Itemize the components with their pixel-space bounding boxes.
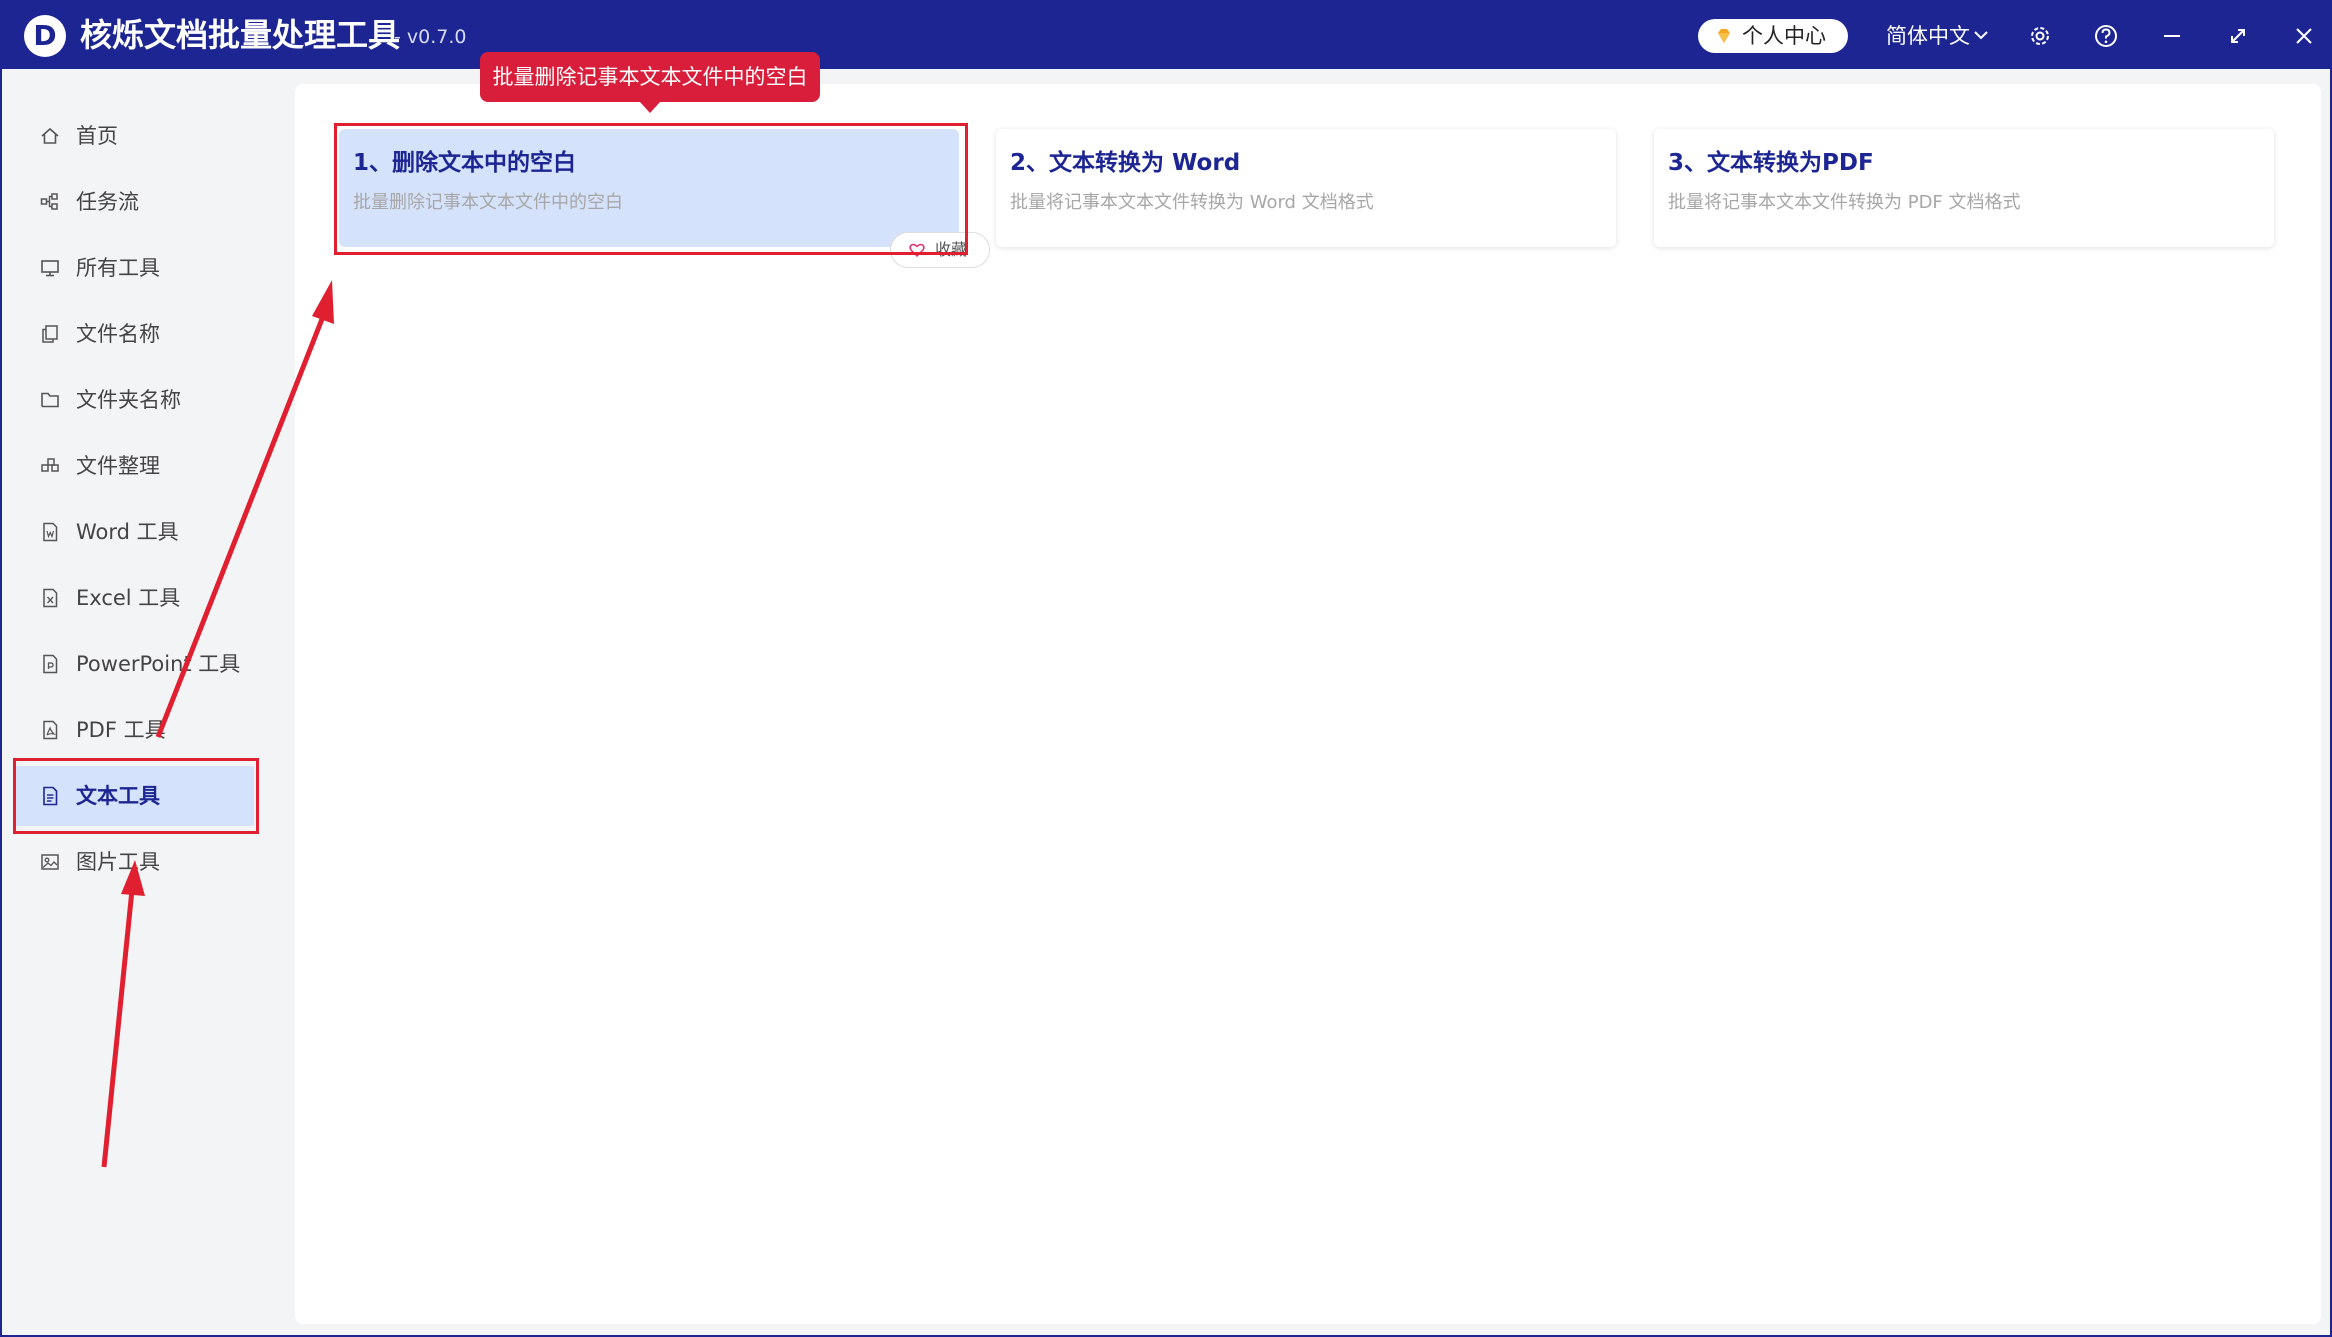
file-copy-icon (42, 325, 58, 343)
sidebar-item-folder-name[interactable]: 文件夹名称 (16, 370, 254, 430)
gear-icon[interactable] (2026, 22, 2054, 50)
monitor-icon (41, 260, 59, 277)
home-icon (41, 127, 59, 144)
annotation-arrow-to-sidebar (101, 860, 145, 1168)
language-select[interactable]: 简体中文 (1886, 20, 1970, 52)
ppt-file-icon (43, 654, 58, 674)
gem-icon (1718, 29, 1730, 43)
word-file-icon (43, 522, 58, 542)
sidebar-item-label: 任务流 (76, 190, 139, 214)
app-logo: D (24, 15, 66, 57)
image-icon (41, 854, 59, 870)
sidebar-item-label: 图片工具 (76, 850, 160, 874)
sidebar-item-all-tools[interactable]: 所有工具 (16, 238, 254, 298)
sidebar-item-workflow[interactable]: 任务流 (16, 172, 254, 232)
sidebar-item-powerpoint-tools[interactable]: PowerPoint 工具 (16, 634, 254, 694)
workflow-icon (40, 193, 58, 210)
user-center-button[interactable]: 个人中心 (1698, 19, 1848, 53)
sidebar-item-label: Word 工具 (76, 520, 179, 544)
organize-icon (41, 458, 59, 472)
tool-card-text-to-word[interactable]: 2、文本转换为 Word 批量将记事本文本文件转换为 Word 文档格式 (996, 129, 1616, 247)
minimize-icon[interactable] (2158, 22, 2186, 50)
app-title: 核烁文档批量处理工具 (80, 16, 401, 54)
chevron-down-icon[interactable] (1972, 26, 1990, 44)
card-description: 批量将记事本文本文件转换为 PDF 文档格式 (1668, 192, 2021, 213)
card-description: 批量将记事本文本文件转换为 Word 文档格式 (1010, 192, 1374, 213)
close-icon[interactable] (2290, 22, 2318, 50)
user-center-label: 个人中心 (1742, 24, 1826, 48)
sidebar-item-excel-tools[interactable]: Excel 工具 (16, 568, 254, 628)
tooltip-arrow (640, 102, 660, 113)
sidebar-item-home[interactable]: 首页 (16, 106, 254, 166)
sidebar-item-label: 所有工具 (76, 256, 160, 280)
card-title: 2、文本转换为 Word (1010, 150, 1241, 176)
title-bar: D 核烁文档批量处理工具 - v0.7.0 个人中心 简体中文 (2, 2, 2330, 69)
sidebar-item-label: 文件整理 (76, 454, 160, 478)
sidebar-item-label: 文件名称 (76, 322, 160, 346)
tooltip: 批量删除记事本文本文件中的空白 (480, 52, 820, 102)
sidebar-item-image-tools[interactable]: 图片工具 (16, 832, 254, 892)
app-version: - v0.7.0 (394, 26, 467, 48)
app-logo-letter: D (33, 19, 57, 52)
app-window: D 核烁文档批量处理工具 - v0.7.0 个人中心 简体中文 首页 任务流 所… (0, 0, 2332, 1337)
folder-icon (41, 392, 59, 408)
sidebar-item-label: PowerPoint 工具 (76, 652, 241, 676)
card-title: 3、文本转换为PDF (1668, 150, 1874, 176)
sidebar-item-word-tools[interactable]: Word 工具 (16, 502, 254, 562)
annotation-highlight-card (334, 123, 968, 255)
sidebar-item-label: 首页 (76, 124, 118, 148)
excel-file-icon (43, 588, 58, 608)
tool-card-text-to-pdf[interactable]: 3、文本转换为PDF 批量将记事本文本文件转换为 PDF 文档格式 (1654, 129, 2274, 247)
maximize-icon[interactable] (2224, 22, 2252, 50)
sidebar-item-label: 文件夹名称 (76, 388, 181, 412)
sidebar-item-file-organize[interactable]: 文件整理 (16, 436, 254, 496)
help-icon[interactable] (2092, 22, 2120, 50)
sidebar-item-label: Excel 工具 (76, 586, 181, 610)
pdf-file-icon (43, 720, 58, 740)
sidebar-item-pdf-tools[interactable]: PDF 工具 (16, 700, 254, 760)
annotation-highlight-sidebar (13, 758, 259, 834)
sidebar-item-file-name[interactable]: 文件名称 (16, 304, 254, 364)
main-panel: 1、删除文本中的空白 批量删除记事本文本文件中的空白 2、文本转换为 Word … (295, 84, 2321, 1324)
sidebar-item-label: PDF 工具 (76, 718, 166, 742)
